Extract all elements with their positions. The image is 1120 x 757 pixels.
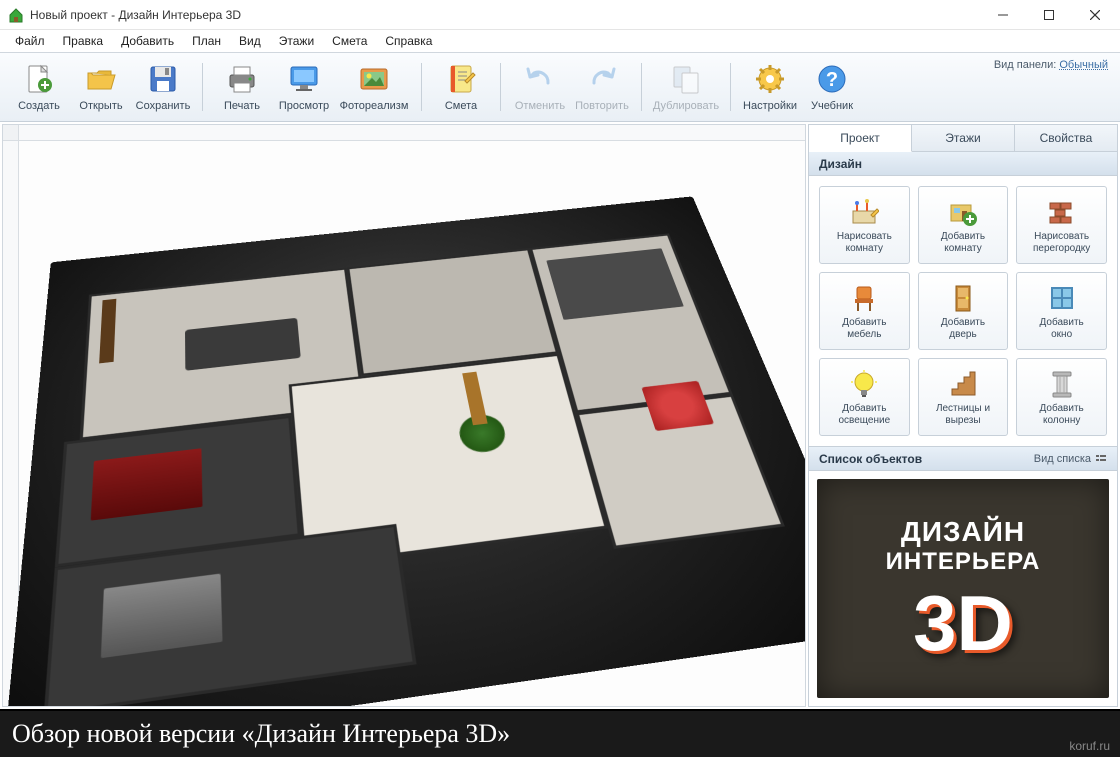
tab-floors[interactable]: Этажи [912, 125, 1015, 151]
preview-button[interactable]: Просмотр [273, 55, 335, 119]
menu-help[interactable]: Справка [376, 31, 441, 51]
window-title: Новый проект - Дизайн Интерьера 3D [30, 8, 980, 22]
notebook-icon [444, 62, 478, 96]
add-room-icon [947, 196, 979, 228]
sidebar-tabs: Проект Этажи Свойства [808, 124, 1118, 152]
watermark: koruf.ru [1069, 739, 1110, 753]
menu-plan[interactable]: План [183, 31, 230, 51]
viewport-3d[interactable] [19, 141, 805, 706]
add-stairs-button[interactable]: Лестницы ивырезы [918, 358, 1009, 436]
titlebar: Новый проект - Дизайн Интерьера 3D [0, 0, 1120, 30]
tab-project[interactable]: Проект [809, 125, 912, 152]
menu-estimate[interactable]: Смета [323, 31, 376, 51]
menu-file[interactable]: Файл [6, 31, 54, 51]
floor-plan-render [3, 197, 806, 707]
open-button[interactable]: Открыть [70, 55, 132, 119]
window-icon [1046, 282, 1078, 314]
toolbar: Создать Открыть Сохранить Печать Просмот… [0, 52, 1120, 122]
menu-add[interactable]: Добавить [112, 31, 183, 51]
monitor-icon [287, 62, 321, 96]
help-icon: ? [815, 62, 849, 96]
svg-text:?: ? [826, 69, 838, 91]
maximize-button[interactable] [1026, 0, 1072, 30]
chair-icon [848, 282, 880, 314]
window-controls [980, 0, 1118, 30]
duplicate-button[interactable]: Дублировать [650, 55, 722, 119]
column-icon [1046, 368, 1078, 400]
draw-wall-button[interactable]: Нарисоватьперегородку [1016, 186, 1107, 264]
duplicate-icon [669, 62, 703, 96]
redo-button[interactable]: Повторить [571, 55, 633, 119]
tutorial-button[interactable]: ? Учебник [801, 55, 863, 119]
create-button[interactable]: Создать [8, 55, 70, 119]
save-disk-icon [146, 62, 180, 96]
door-icon [947, 282, 979, 314]
caption-text: Обзор новой версии «Дизайн Интерьера 3D» [12, 719, 510, 749]
menubar: Файл Правка Добавить План Вид Этажи Смет… [0, 30, 1120, 52]
undo-icon [523, 62, 557, 96]
print-button[interactable]: Печать [211, 55, 273, 119]
add-window-button[interactable]: Добавитьокно [1016, 272, 1107, 350]
settings-button[interactable]: Настройки [739, 55, 801, 119]
design-section: Дизайн Нарисоватькомнату Добавитькомнату… [808, 152, 1118, 447]
photo-icon [357, 62, 391, 96]
objects-section: Список объектов Вид списка ДИЗАЙН ИНТЕРЬ… [808, 447, 1118, 707]
ruler-corner [3, 125, 19, 141]
content: Проект Этажи Свойства Дизайн Нарисоватьк… [0, 122, 1120, 709]
add-lighting-button[interactable]: Добавитьосвещение [819, 358, 910, 436]
add-column-button[interactable]: Добавитьколонну [1016, 358, 1107, 436]
canvas-area [2, 124, 806, 707]
add-door-button[interactable]: Добавитьдверь [918, 272, 1009, 350]
menu-edit[interactable]: Правка [54, 31, 113, 51]
list-icon [1095, 453, 1107, 465]
open-folder-icon [84, 62, 118, 96]
panel-mode: Вид панели: Обычный [994, 59, 1108, 71]
caption-bar: Обзор новой версии «Дизайн Интерьера 3D»… [0, 709, 1120, 757]
product-logo: ДИЗАЙН ИНТЕРЬЕРА 3D [817, 479, 1109, 698]
object-list-body: ДИЗАЙН ИНТЕРЬЕРА 3D [809, 471, 1117, 706]
ruler-horizontal [19, 125, 805, 141]
design-header: Дизайн [809, 152, 1117, 176]
gear-icon [753, 62, 787, 96]
menu-floors[interactable]: Этажи [270, 31, 323, 51]
sidebar: Проект Этажи Свойства Дизайн Нарисоватьк… [808, 124, 1118, 707]
save-button[interactable]: Сохранить [132, 55, 194, 119]
estimate-button[interactable]: Смета [430, 55, 492, 119]
undo-button[interactable]: Отменить [509, 55, 571, 119]
wall-icon [1046, 196, 1078, 228]
photorealism-button[interactable]: Фотореализм [335, 55, 413, 119]
stairs-icon [947, 368, 979, 400]
printer-icon [225, 62, 259, 96]
add-furniture-button[interactable]: Добавитьмебель [819, 272, 910, 350]
tool-grid: Нарисоватькомнату Добавитькомнату Нарисо… [809, 176, 1117, 446]
minimize-button[interactable] [980, 0, 1026, 30]
bulb-icon [848, 368, 880, 400]
add-room-button[interactable]: Добавитькомнату [918, 186, 1009, 264]
tab-properties[interactable]: Свойства [1015, 125, 1117, 151]
objects-header: Список объектов Вид списка [809, 447, 1117, 471]
new-file-icon [22, 62, 56, 96]
panel-mode-link[interactable]: Обычный [1059, 59, 1108, 71]
close-button[interactable] [1072, 0, 1118, 30]
menu-view[interactable]: Вид [230, 31, 270, 51]
app-icon [8, 7, 24, 23]
list-view-toggle[interactable]: Вид списка [1034, 453, 1107, 465]
draw-room-icon [848, 196, 880, 228]
redo-icon [585, 62, 619, 96]
draw-room-button[interactable]: Нарисоватькомнату [819, 186, 910, 264]
